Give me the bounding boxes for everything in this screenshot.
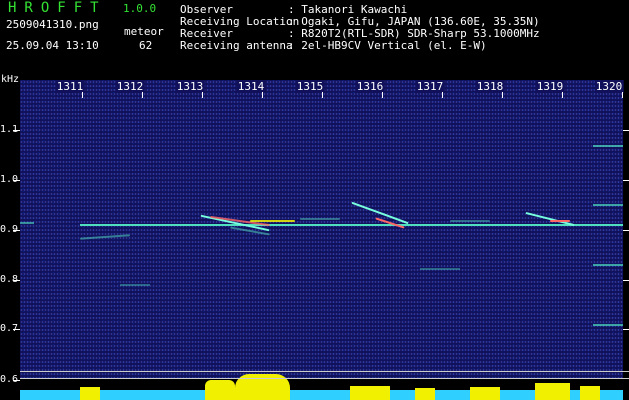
antenna-value: : 2el-HB9CV Vertical (el. E-W) — [288, 39, 487, 52]
meteor-echo-trace — [550, 220, 570, 222]
carrier-signal-line — [80, 224, 623, 226]
level-peak — [205, 380, 235, 400]
x-tick — [82, 92, 83, 98]
spur-line — [593, 324, 623, 326]
y-tick — [13, 380, 20, 381]
meteor-echo-trace — [250, 220, 295, 222]
y-tick-right — [623, 329, 629, 330]
level-peak — [470, 387, 500, 400]
x-tick-label: 1312 — [115, 80, 145, 93]
level-peak — [535, 383, 570, 400]
x-tick-label: 1319 — [535, 80, 565, 93]
x-tick — [142, 92, 143, 98]
spur-line — [593, 145, 623, 147]
x-tick — [262, 92, 263, 98]
capture-filename: 2509041310.png — [6, 18, 99, 31]
axis-strip — [0, 72, 629, 80]
y-tick — [13, 280, 20, 281]
x-tick — [322, 92, 323, 98]
y-tick-right — [623, 180, 629, 181]
antenna-label: Receiving antenna — [180, 39, 293, 52]
level-strip-mid-line — [20, 378, 629, 379]
spectrogram — [20, 80, 623, 400]
x-tick-label: 1318 — [475, 80, 505, 93]
carrier-signal-start — [20, 222, 34, 224]
level-peak — [415, 388, 435, 400]
x-tick-label: 1311 — [55, 80, 85, 93]
x-tick-label: 1313 — [175, 80, 205, 93]
x-tick — [502, 92, 503, 98]
y-axis-unit: kHz — [1, 74, 20, 85]
y-tick — [13, 130, 20, 131]
y-tick-right — [623, 230, 629, 231]
spur-line — [120, 284, 150, 286]
meteor-echo-trace — [79, 234, 131, 240]
x-tick-label: 1317 — [415, 80, 445, 93]
x-tick-label: 1315 — [295, 80, 325, 93]
level-peak — [580, 386, 600, 400]
level-peak — [350, 386, 390, 400]
y-tick-right — [623, 280, 629, 281]
level-strip-top-line — [20, 371, 629, 372]
x-tick-label: 1314 — [236, 80, 266, 93]
x-tick-label: 1320 — [594, 80, 624, 93]
spur-line — [593, 264, 623, 266]
meteor-echo-trace — [300, 218, 340, 220]
y-tick — [13, 329, 20, 330]
x-tick — [382, 92, 383, 98]
header-panel: HROFFT 1.0.0 2509041310.png meteor 25.09… — [0, 0, 629, 72]
y-tick-right — [623, 130, 629, 131]
level-peak — [80, 387, 100, 400]
detection-count: 62 — [139, 39, 153, 52]
app-version: 1.0.0 — [123, 2, 157, 15]
x-tick — [562, 92, 563, 98]
level-baseline — [20, 390, 623, 400]
detection-kind-label: meteor — [124, 25, 164, 38]
spur-line — [593, 204, 623, 206]
spur-line — [420, 268, 460, 270]
app-title: HROFFT — [8, 0, 107, 16]
x-tick-label: 1316 — [355, 80, 385, 93]
x-tick — [202, 92, 203, 98]
x-tick — [622, 92, 623, 98]
capture-datetime: 25.09.04 13:10 — [6, 39, 99, 52]
y-tick — [13, 180, 20, 181]
meteor-echo-trace — [450, 220, 490, 222]
y-tick — [13, 230, 20, 231]
x-tick — [442, 92, 443, 98]
